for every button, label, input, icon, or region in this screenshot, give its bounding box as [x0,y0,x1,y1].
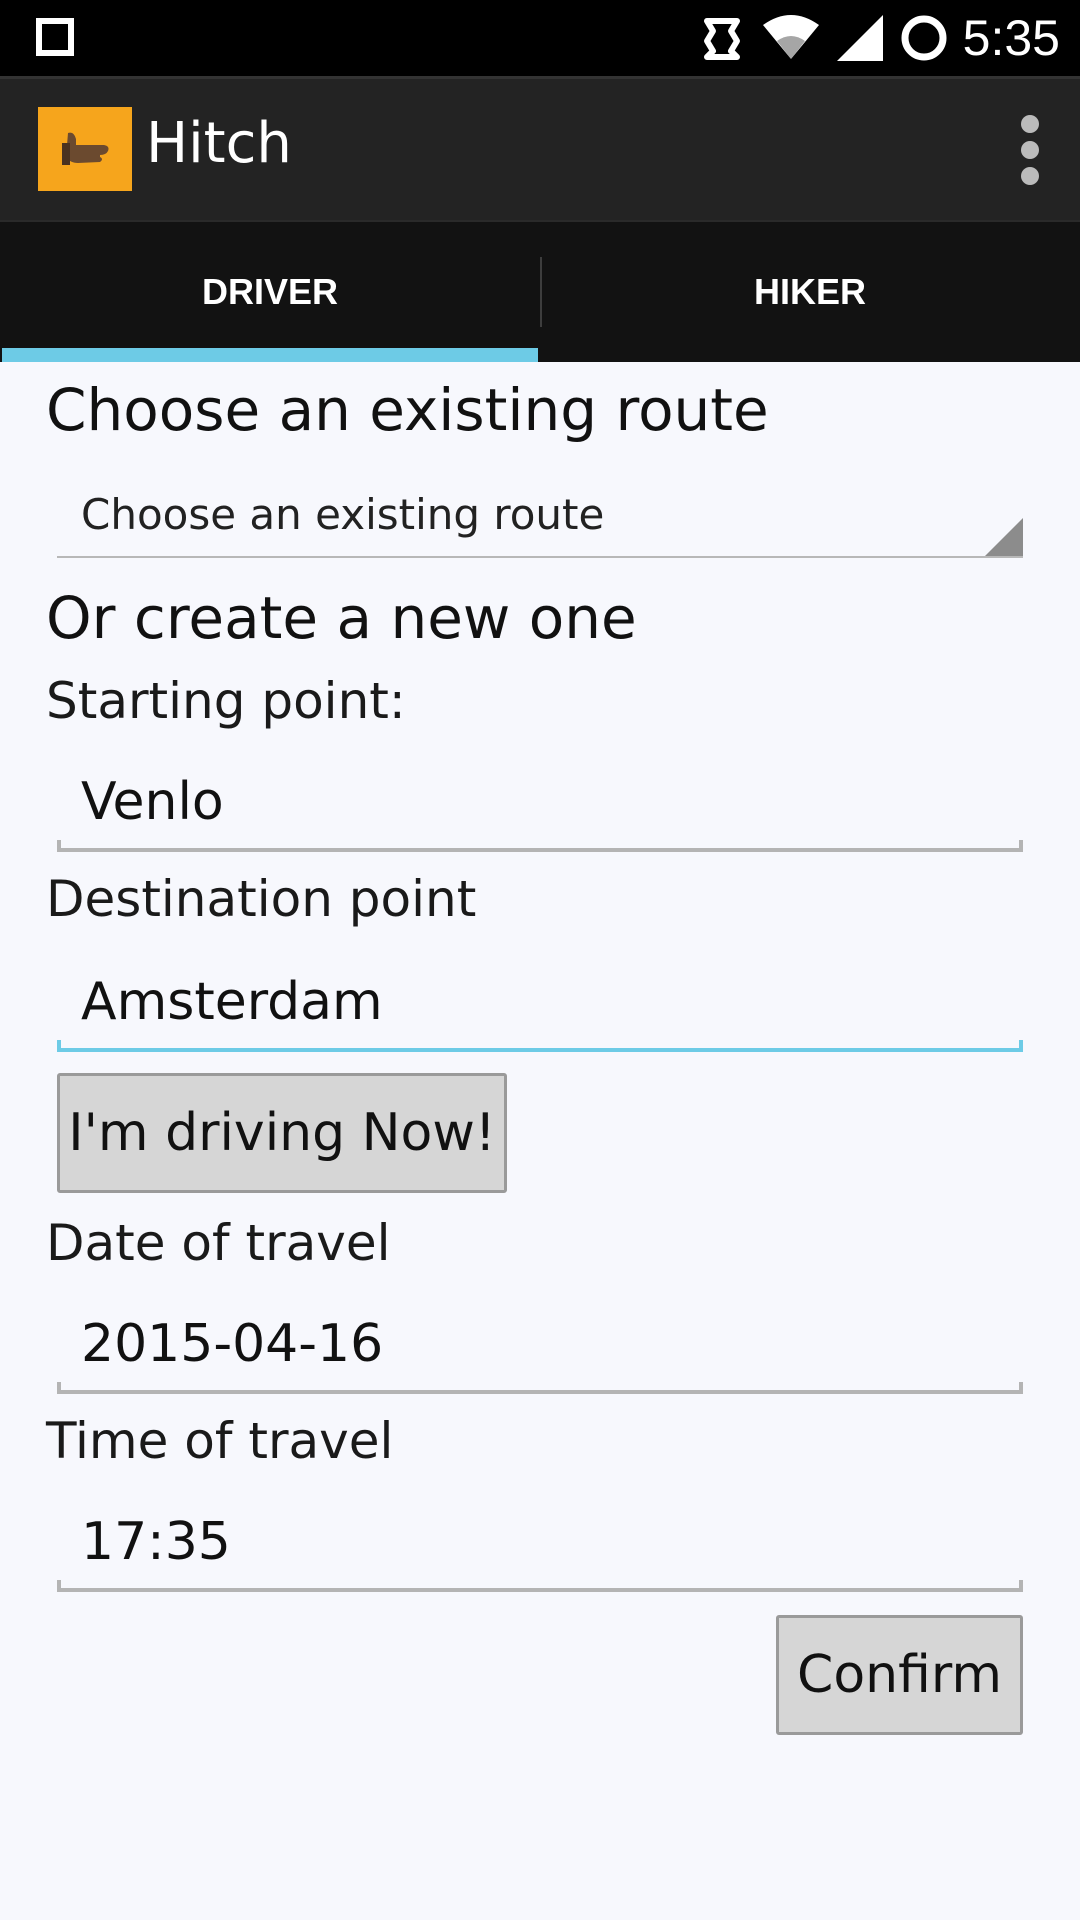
signal-icon [836,15,883,61]
clock: 5:35 [962,10,1060,66]
date-underline [57,1382,1023,1394]
confirm-button[interactable]: Confirm [776,1615,1023,1735]
spinner-label: Choose an existing route [81,490,605,539]
time-value: 17:35 [81,1512,231,1572]
start-label: Starting point: [46,672,406,730]
action-bar: Hitch [0,76,1080,220]
destination-underline [57,1040,1023,1052]
time-field[interactable]: 17:35 [57,1512,1023,1592]
start-value: Venlo [81,772,224,832]
time-underline [57,1580,1023,1592]
start-underline [57,840,1023,852]
existing-route-heading: Choose an existing route [46,376,769,444]
overflow-menu-icon[interactable] [1018,115,1042,185]
status-bar: 5:35 [0,0,1080,76]
wifi-icon [762,15,819,59]
vibrate-icon [703,18,740,60]
date-label: Date of travel [46,1214,391,1272]
tab-driver[interactable]: DRIVER [0,222,540,362]
square-icon [36,18,74,56]
destination-label: Destination point [46,870,477,928]
driving-now-button[interactable]: I'm driving Now! [57,1073,507,1193]
date-field[interactable]: 2015-04-16 [57,1314,1023,1394]
destination-value: Amsterdam [81,972,383,1032]
new-route-heading: Or create a new one [46,584,637,652]
tab-bar: DRIVER HIKER [0,220,1080,362]
existing-route-spinner[interactable]: Choose an existing route [57,482,1023,558]
tab-hiker[interactable]: HIKER [540,222,1080,362]
destination-field[interactable]: Amsterdam [57,972,1023,1052]
thumbs-up-hitch-icon [38,107,132,191]
status-icons: 5:35 [697,8,1060,68]
dropdown-triangle-icon [985,518,1023,556]
start-field[interactable]: Venlo [57,772,1023,852]
sync-circle-icon [901,15,947,61]
date-value: 2015-04-16 [81,1314,384,1374]
time-label: Time of travel [46,1412,394,1470]
app-title: Hitch [146,111,292,176]
